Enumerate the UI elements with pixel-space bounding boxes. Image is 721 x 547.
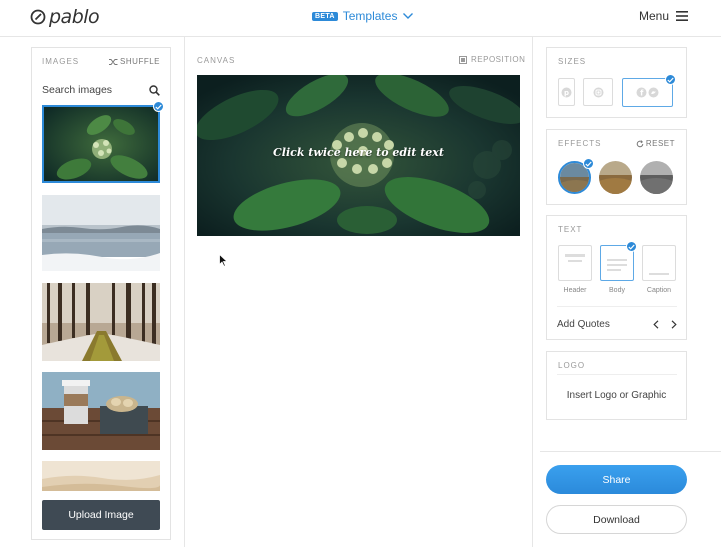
reset-effects-button[interactable]: RESET xyxy=(636,139,675,148)
beta-badge: BETA xyxy=(312,11,338,21)
image-thumbnail-forest[interactable] xyxy=(42,283,160,361)
effects-heading: EFFECTS xyxy=(558,139,602,148)
mouse-cursor-icon xyxy=(219,254,228,267)
plant-image xyxy=(44,107,158,181)
text-option-header[interactable] xyxy=(558,245,592,281)
upload-image-button[interactable]: Upload Image xyxy=(42,500,160,530)
menu-button[interactable]: Menu xyxy=(639,9,689,23)
twitter-icon xyxy=(648,87,659,98)
effect-warm[interactable] xyxy=(599,161,632,194)
sizes-heading: SIZES xyxy=(558,57,587,66)
reset-icon xyxy=(636,139,644,147)
size-selected-check-icon xyxy=(665,74,676,85)
pablo-logo[interactable]: pablo xyxy=(30,6,100,28)
size-option-pinterest[interactable]: p xyxy=(558,78,575,106)
search-icon[interactable] xyxy=(149,84,160,96)
share-button[interactable]: Share xyxy=(546,465,687,494)
coffee-image xyxy=(42,372,160,450)
logo-text: pablo xyxy=(49,6,100,28)
add-quotes-row: Add Quotes xyxy=(557,306,677,330)
text-selected-check-icon xyxy=(626,241,637,252)
chevron-right-icon[interactable] xyxy=(671,320,677,329)
templates-label: Templates xyxy=(342,9,398,23)
design-canvas[interactable]: Click twice here to edit text xyxy=(197,75,520,236)
chevron-left-icon[interactable] xyxy=(653,320,659,329)
shuffle-button[interactable]: SHUFFLE xyxy=(109,57,160,66)
image-thumbnail-lake[interactable] xyxy=(42,195,160,271)
effects-card: EFFECTS RESET xyxy=(546,129,687,205)
text-heading: TEXT xyxy=(558,225,583,234)
hamburger-icon xyxy=(676,11,689,21)
size-option-instagram[interactable] xyxy=(583,78,613,106)
text-option-caption[interactable] xyxy=(642,245,676,281)
insert-logo-button[interactable]: Insert Logo or Graphic xyxy=(547,390,686,401)
right-divider xyxy=(532,37,533,547)
effect-selected-check-icon xyxy=(583,158,594,169)
forest-image xyxy=(42,283,160,361)
reset-label: RESET xyxy=(645,139,675,148)
effect-grayscale[interactable] xyxy=(640,161,673,194)
lake-image xyxy=(42,195,160,271)
image-thumbnail-plant[interactable] xyxy=(42,105,160,183)
add-quotes-label[interactable]: Add Quotes xyxy=(557,319,610,330)
selected-check-icon xyxy=(153,101,164,112)
shuffle-label: SHUFFLE xyxy=(120,57,160,66)
image-thumbnail-coffee[interactable] xyxy=(42,372,160,450)
text-card: TEXT Header Body Caption Add Quotes xyxy=(546,215,687,340)
search-row xyxy=(42,81,160,99)
facebook-icon: f xyxy=(636,87,647,98)
reposition-icon xyxy=(459,55,467,64)
text-option-body-label: Body xyxy=(609,287,625,294)
shuffle-icon xyxy=(109,58,118,65)
effect-warm-preview xyxy=(599,161,632,194)
sand-image xyxy=(42,461,160,491)
actions-divider xyxy=(540,451,721,452)
chevron-down-icon xyxy=(403,13,414,19)
pablo-logo-icon xyxy=(30,9,46,25)
search-images-input[interactable] xyxy=(42,84,142,96)
pinterest-icon: p xyxy=(561,87,572,97)
templates-dropdown[interactable]: BETA Templates xyxy=(312,9,414,23)
svg-text:p: p xyxy=(564,89,569,97)
menu-label: Menu xyxy=(639,9,670,23)
canvas-heading: CANVAS xyxy=(197,56,236,65)
top-bar: pablo BETA Templates Menu xyxy=(0,0,721,37)
images-heading: IMAGES xyxy=(42,57,80,66)
instagram-icon xyxy=(593,87,603,97)
text-option-header-label: Header xyxy=(563,287,587,294)
canvas-overlay-text[interactable]: Click twice here to edit text xyxy=(197,146,520,159)
sizes-card: SIZES p f xyxy=(546,47,687,118)
download-button[interactable]: Download xyxy=(546,505,687,534)
image-thumbnail-sand[interactable] xyxy=(42,461,160,491)
logo-card: LOGO Insert Logo or Graphic xyxy=(546,351,687,420)
reposition-label: REPOSITION xyxy=(471,55,526,64)
text-option-caption-label: Caption xyxy=(646,287,672,294)
logo-divider xyxy=(557,374,677,375)
images-panel: IMAGES SHUFFLE Search images Upload Imag… xyxy=(31,47,171,540)
effect-grayscale-preview xyxy=(640,161,673,194)
logo-heading: LOGO xyxy=(558,361,586,370)
left-divider xyxy=(184,37,185,547)
reposition-button[interactable]: REPOSITION xyxy=(459,55,525,64)
